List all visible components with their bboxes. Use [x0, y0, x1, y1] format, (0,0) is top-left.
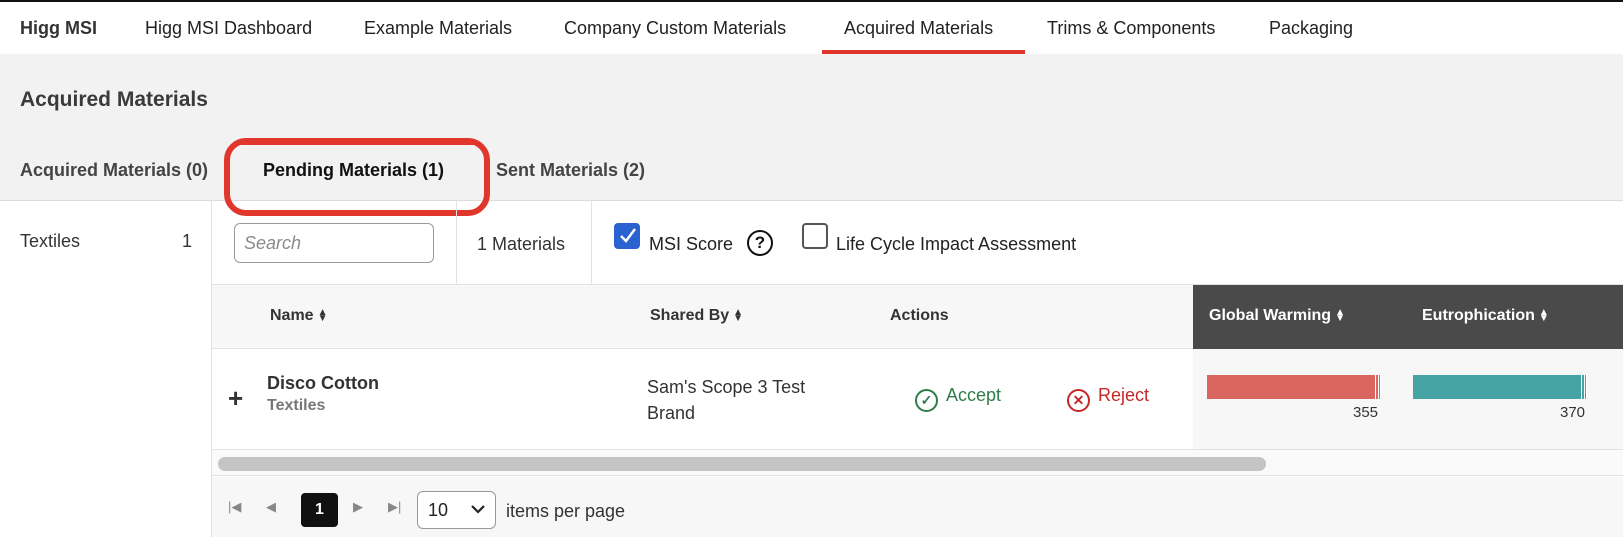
column-header-eutrophication[interactable]: Eutrophication ▲ ▼ [1422, 307, 1549, 325]
metrics-header: Global Warming ▲ ▼ Eutrophication ▲ ▼ [1193, 285, 1623, 349]
page-size-value: 10 [428, 500, 449, 520]
global-warming-value: 355 [1353, 404, 1379, 421]
material-category: Textiles [267, 397, 326, 414]
sort-icon: ▲ ▼ [733, 306, 744, 324]
nav-item-company-custom-materials[interactable]: Company Custom Materials [564, 2, 786, 54]
metrics-cells: 355 370 [1193, 349, 1623, 449]
reject-label: Reject [1098, 385, 1150, 405]
current-page[interactable]: 1 [301, 493, 338, 527]
nav-item-trims-components[interactable]: Trims & Components [1047, 2, 1215, 54]
scrollbar-thumb[interactable] [218, 457, 1266, 471]
first-page-icon[interactable]: |◀ [228, 499, 241, 515]
materials-count: 1 Materials [477, 234, 566, 254]
chevron-down-icon [471, 505, 485, 514]
expand-row-icon[interactable]: + [228, 383, 243, 414]
table-row: + Disco Cotton Textiles Sam's Scope 3 Te… [212, 349, 1623, 450]
eutrophication-bar [1413, 375, 1587, 399]
sort-icon: ▲ ▼ [1335, 306, 1345, 324]
check-circle-icon: ✓ [915, 389, 938, 412]
column-header-label: Global Warming [1209, 307, 1332, 324]
sort-icon: ▲ ▼ [1538, 306, 1549, 324]
shared-by: Sam's Scope 3 Test Brand [647, 377, 806, 423]
accept-button[interactable]: ✓ Accept [915, 385, 1001, 412]
top-nav: Higg MSI Higg MSI Dashboard Example Mate… [0, 2, 1623, 54]
items-per-page-label: items per page [506, 501, 626, 521]
horizontal-scrollbar[interactable] [212, 450, 1623, 476]
column-header-name[interactable]: Name ▲ ▼ [270, 307, 327, 325]
next-page-icon[interactable]: ▶ [353, 499, 363, 515]
toolbar-divider [456, 201, 457, 285]
bar-ticks [1375, 375, 1381, 399]
sidebar-item-label: Textiles [20, 231, 81, 251]
material-name[interactable]: Disco Cotton [267, 373, 379, 394]
sidebar-item-count: 1 [181, 231, 192, 251]
prev-page-icon[interactable]: ◀ [266, 499, 276, 515]
help-icon[interactable]: ? [747, 230, 773, 256]
sort-icon: ▲ ▼ [317, 306, 328, 324]
accept-label: Accept [946, 385, 1002, 405]
column-header-label: Name [270, 307, 314, 324]
eutrophication-value: 370 [1560, 404, 1586, 421]
nav-item-acquired-materials[interactable]: Acquired Materials [844, 2, 993, 54]
table-header: Name ▲ ▼ Shared By ▲ ▼ Actions Global Warmin… [212, 285, 1623, 349]
sidebar-item-textiles[interactable]: Textiles 1 [20, 231, 192, 252]
tab-pending-materials[interactable]: Pending Materials (1) [263, 160, 444, 181]
tab-active-indicator [241, 141, 474, 145]
pager: |◀ ◀ 1 ▶ ▶| 10 items per page [212, 477, 1623, 537]
search-input[interactable] [234, 223, 434, 263]
page-size-select[interactable]: 10 [417, 491, 496, 529]
column-header-label: Shared By [650, 307, 730, 324]
toolbar-divider [591, 201, 592, 285]
column-header-global-warming[interactable]: Global Warming ▲ ▼ [1209, 307, 1345, 325]
category-sidebar: Textiles 1 [0, 201, 212, 537]
msi-score-checkbox[interactable] [614, 223, 640, 249]
page-header: Acquired Materials Acquired Materials (0… [0, 54, 1623, 201]
msi-score-label: MSI Score [649, 234, 734, 254]
nav-item-dashboard[interactable]: Higg MSI Dashboard [145, 2, 312, 54]
lca-checkbox[interactable] [802, 223, 828, 249]
bar-ticks [1581, 375, 1587, 399]
column-header-label: Eutrophication [1422, 307, 1535, 324]
nav-item-example-materials[interactable]: Example Materials [364, 2, 512, 54]
page-title: Acquired Materials [20, 88, 208, 111]
tab-acquired-materials[interactable]: Acquired Materials (0) [20, 160, 208, 181]
tab-sent-materials[interactable]: Sent Materials (2) [496, 160, 645, 181]
global-warming-bar [1207, 375, 1381, 399]
checkmark-icon [620, 228, 636, 243]
toolbar: 1 Materials MSI Score ? Life Cycle Impac… [212, 201, 1623, 285]
column-header-shared-by[interactable]: Shared By ▲ ▼ [650, 307, 743, 325]
reject-button[interactable]: ✕ Reject [1067, 385, 1149, 412]
last-page-icon[interactable]: ▶| [388, 499, 401, 515]
brand-link[interactable]: Higg MSI [20, 2, 97, 54]
lca-label: Life Cycle Impact Assessment [836, 234, 1077, 254]
nav-item-packaging[interactable]: Packaging [1269, 2, 1353, 54]
column-header-actions: Actions [890, 307, 949, 324]
x-circle-icon: ✕ [1067, 389, 1090, 412]
